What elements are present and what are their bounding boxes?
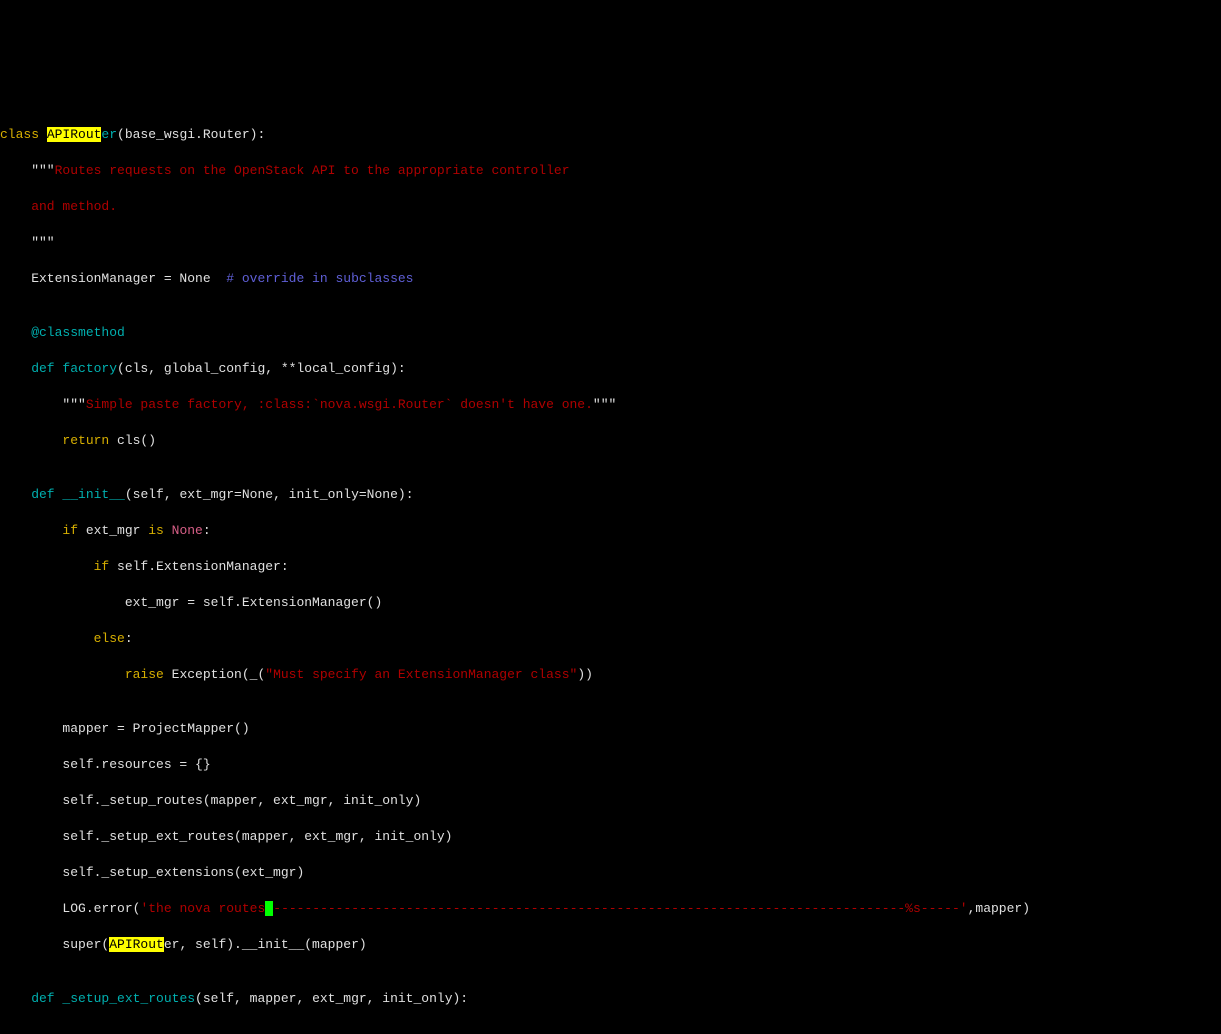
docstring-quotes: """ <box>0 397 86 412</box>
close-paren: )) <box>577 667 593 682</box>
code-line: self._setup_routes(mapper, ext_mgr, init… <box>0 792 1221 810</box>
string-dashes: ----------------------------------------… <box>273 901 967 916</box>
statement: ext_mgr = self.ExtensionManager() <box>0 595 382 610</box>
function-signature: (self, ext_mgr=None, init_only=None): <box>125 487 414 502</box>
class-name-suffix: er <box>101 127 117 142</box>
code-line: mapper = ProjectMapper() <box>0 720 1221 738</box>
code-line: self._setup_ext_routes(mapper, ext_mgr, … <box>0 828 1221 846</box>
code-line: """Routes requests on the OpenStack API … <box>0 162 1221 180</box>
keyword-raise: raise <box>0 667 172 682</box>
keyword-if: if <box>0 523 86 538</box>
string-literal: "Must specify an ExtensionManager class" <box>265 667 577 682</box>
docstring-quotes: """ <box>0 235 55 250</box>
docstring-text: Simple paste factory, :class:`nova.wsgi.… <box>86 397 593 412</box>
search-highlight: APIRout <box>47 127 102 142</box>
docstring-text: and method. <box>0 199 117 214</box>
assignment: ExtensionManager = None <box>0 271 211 286</box>
cond-expr: ext_mgr <box>86 523 148 538</box>
code-editor[interactable]: class APIRouter(base_wsgi.Router): """Ro… <box>0 72 1221 1026</box>
statement: self.resources = {} <box>0 757 211 772</box>
keyword-def: def <box>0 487 62 502</box>
code-line: def _setup_ext_routes(self, mapper, ext_… <box>0 990 1221 1008</box>
class-name-suffix: er <box>164 937 180 952</box>
function-name: _setup_ext_routes <box>62 991 195 1006</box>
code-line: super(APIRouter, self).__init__(mapper) <box>0 936 1221 954</box>
keyword-def: def <box>0 991 62 1006</box>
code-line: else: <box>0 630 1221 648</box>
function-signature: (self, mapper, ext_mgr, init_only): <box>195 991 468 1006</box>
code-line: """Simple paste factory, :class:`nova.ws… <box>0 396 1221 414</box>
keyword-return: return <box>0 433 117 448</box>
docstring-quotes: """ <box>593 397 616 412</box>
super-call-prefix: super( <box>0 937 109 952</box>
code-line: if self.ExtensionManager: <box>0 558 1221 576</box>
code-line: class APIRouter(base_wsgi.Router): <box>0 126 1221 144</box>
super-call-rest: , self).__init__(mapper) <box>179 937 366 952</box>
code-line: self.resources = {} <box>0 756 1221 774</box>
code-line: if ext_mgr is None: <box>0 522 1221 540</box>
decorator: @classmethod <box>0 325 125 340</box>
keyword-else: else <box>0 631 125 646</box>
search-highlight: APIRout <box>109 937 164 952</box>
docstring-text: Routes requests on the OpenStack API to … <box>55 163 570 178</box>
code-line: raise Exception(_("Must specify an Exten… <box>0 666 1221 684</box>
string-literal: 'the nova routes <box>140 901 265 916</box>
keyword-is: is <box>148 523 171 538</box>
exception-call: Exception(_( <box>172 667 266 682</box>
code-line: ExtensionManager = None # override in su… <box>0 270 1221 288</box>
function-name: factory <box>62 361 117 376</box>
code-line: and method. <box>0 198 1221 216</box>
return-expr: cls() <box>117 433 156 448</box>
statement: mapper = ProjectMapper() <box>0 721 250 736</box>
function-name: __init__ <box>62 487 124 502</box>
colon: : <box>203 523 211 538</box>
statement: self._setup_extensions(ext_mgr) <box>0 865 304 880</box>
blank-line <box>0 90 1221 108</box>
code-line: def __init__(self, ext_mgr=None, init_on… <box>0 486 1221 504</box>
text-cursor <box>265 901 273 916</box>
code-line: LOG.error('the nova routes -------------… <box>0 900 1221 918</box>
keyword-class: class <box>0 127 47 142</box>
code-line: @classmethod <box>0 324 1221 342</box>
statement: self._setup_ext_routes(mapper, ext_mgr, … <box>0 829 452 844</box>
call-prefix: LOG.error( <box>0 901 140 916</box>
code-line: def factory(cls, global_config, **local_… <box>0 360 1221 378</box>
docstring-quotes: """ <box>0 163 55 178</box>
cond-expr: self.ExtensionManager: <box>117 559 289 574</box>
keyword-if: if <box>0 559 117 574</box>
statement: self._setup_routes(mapper, ext_mgr, init… <box>0 793 421 808</box>
function-signature: (cls, global_config, **local_config): <box>117 361 406 376</box>
class-bases: (base_wsgi.Router): <box>117 127 265 142</box>
keyword-def: def <box>0 361 62 376</box>
keyword-none: None <box>172 523 203 538</box>
call-suffix: ,mapper) <box>968 901 1030 916</box>
comment: # override in subclasses <box>211 271 414 286</box>
code-line: self._setup_extensions(ext_mgr) <box>0 864 1221 882</box>
code-line: ext_mgr = self.ExtensionManager() <box>0 594 1221 612</box>
colon: : <box>125 631 133 646</box>
code-line: return cls() <box>0 432 1221 450</box>
code-line: """ <box>0 234 1221 252</box>
